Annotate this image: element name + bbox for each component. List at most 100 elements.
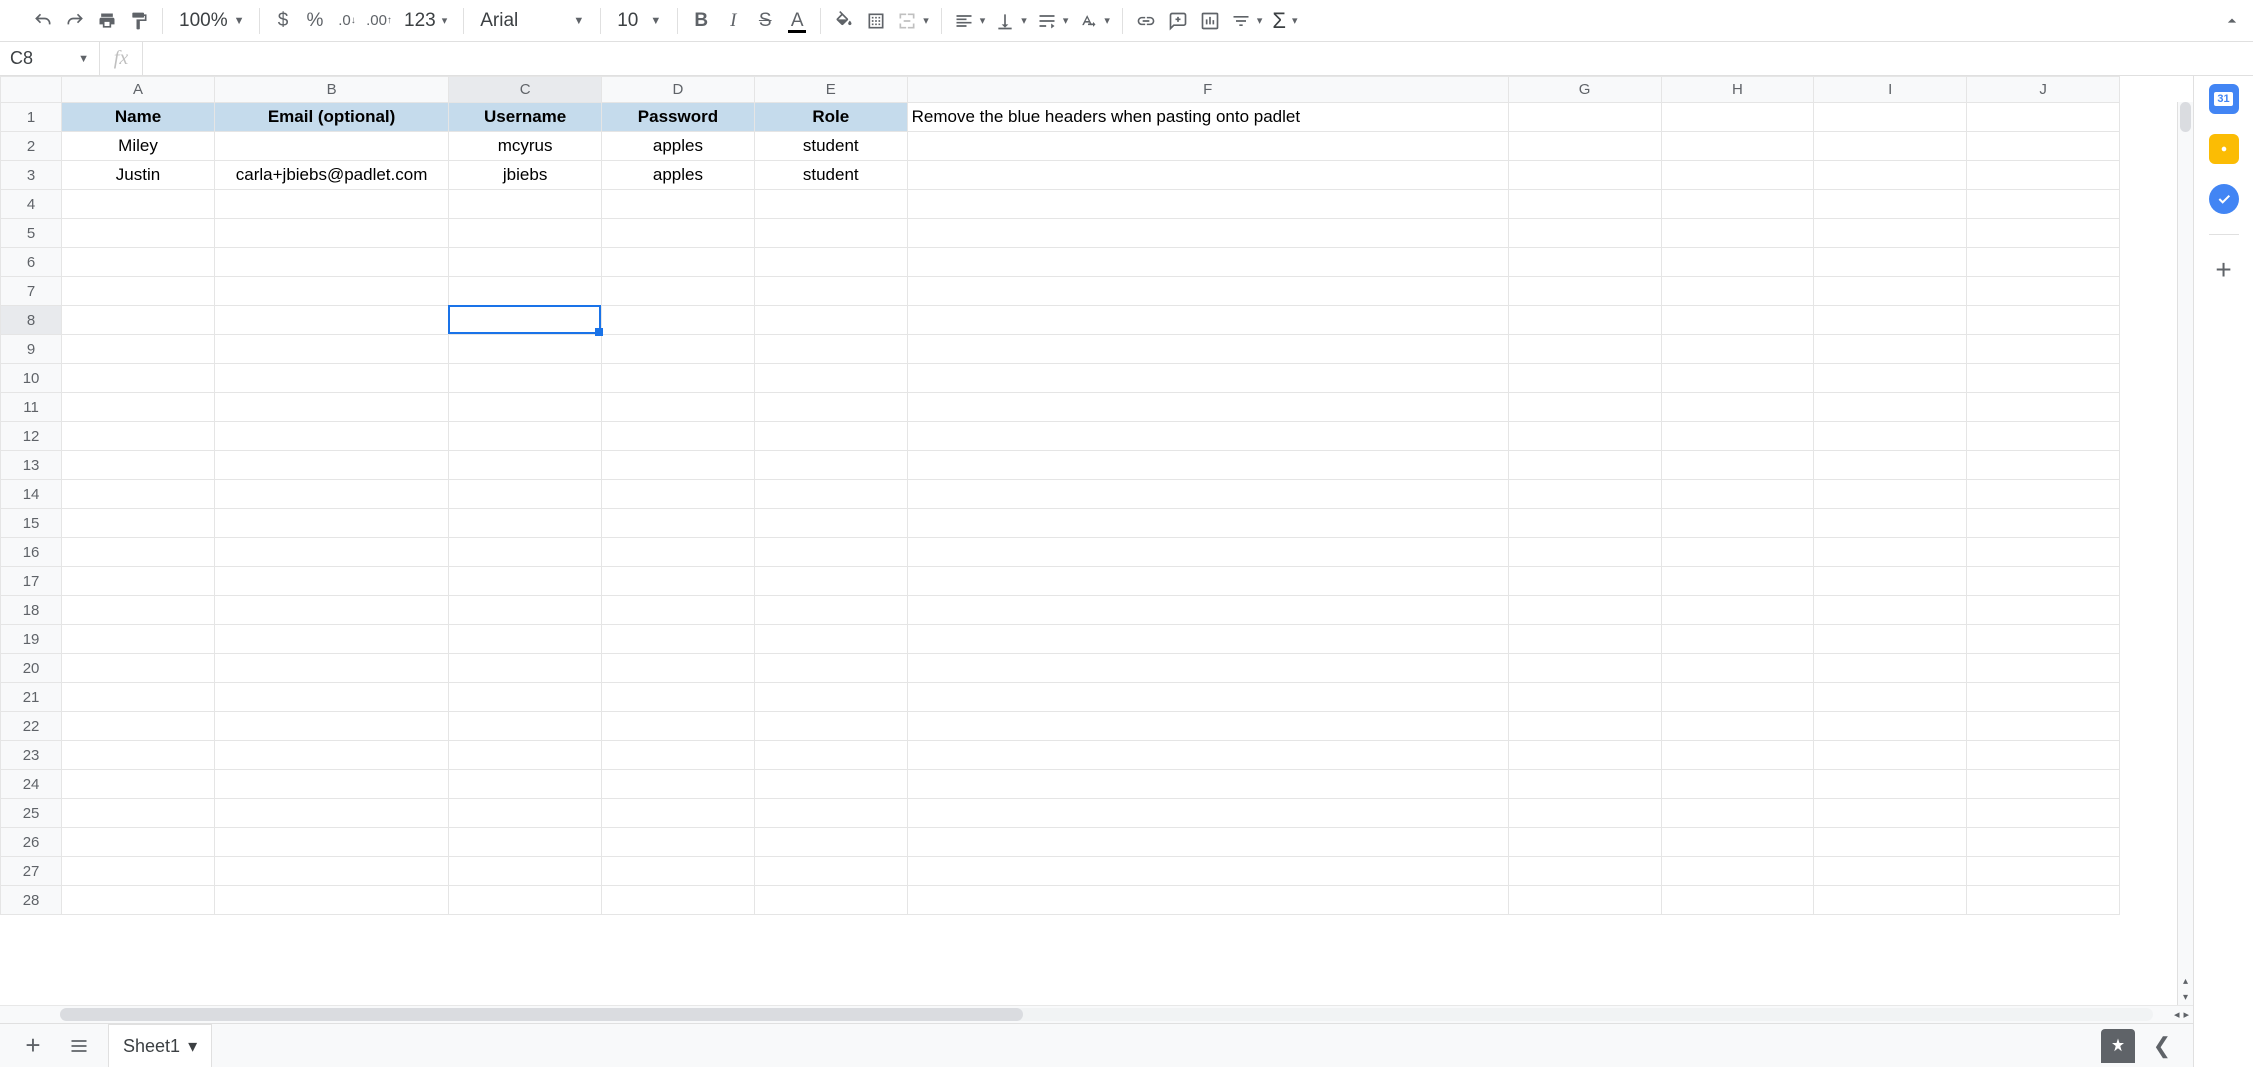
cell[interactable] xyxy=(907,422,1508,451)
insert-comment-button[interactable] xyxy=(1163,6,1193,36)
cell[interactable] xyxy=(907,306,1508,335)
cell[interactable] xyxy=(754,538,907,567)
cell[interactable] xyxy=(1967,103,2120,132)
cell[interactable] xyxy=(1661,364,1814,393)
cell[interactable] xyxy=(907,799,1508,828)
insert-chart-button[interactable] xyxy=(1195,6,1225,36)
cell[interactable] xyxy=(449,538,602,567)
cell[interactable] xyxy=(449,219,602,248)
cell[interactable] xyxy=(62,277,215,306)
cell[interactable] xyxy=(754,799,907,828)
cell[interactable] xyxy=(907,683,1508,712)
cell[interactable] xyxy=(1508,712,1661,741)
column-header[interactable]: H xyxy=(1661,77,1814,103)
cell[interactable] xyxy=(449,451,602,480)
cell[interactable] xyxy=(1814,364,1967,393)
row-header[interactable]: 13 xyxy=(1,451,62,480)
cell[interactable] xyxy=(754,422,907,451)
cell[interactable] xyxy=(602,306,755,335)
cell[interactable]: Username xyxy=(449,103,602,132)
cell[interactable] xyxy=(1967,190,2120,219)
cell[interactable] xyxy=(449,248,602,277)
cell[interactable] xyxy=(754,480,907,509)
row-header[interactable]: 4 xyxy=(1,190,62,219)
cell[interactable] xyxy=(214,596,448,625)
cell[interactable] xyxy=(62,306,215,335)
cell[interactable] xyxy=(1661,567,1814,596)
horizontal-align-button[interactable]: ▾ xyxy=(950,6,990,36)
cell[interactable] xyxy=(907,190,1508,219)
cell[interactable] xyxy=(1508,886,1661,915)
cell[interactable] xyxy=(1508,393,1661,422)
cell[interactable] xyxy=(602,422,755,451)
row-header[interactable]: 10 xyxy=(1,364,62,393)
cell[interactable] xyxy=(1814,277,1967,306)
cell[interactable] xyxy=(1967,886,2120,915)
cell[interactable] xyxy=(602,480,755,509)
cell[interactable] xyxy=(754,712,907,741)
cell[interactable] xyxy=(754,596,907,625)
cell[interactable] xyxy=(754,277,907,306)
redo-button[interactable] xyxy=(60,6,90,36)
cell[interactable] xyxy=(907,335,1508,364)
cell[interactable] xyxy=(1661,712,1814,741)
cell[interactable] xyxy=(754,219,907,248)
cell[interactable]: Password xyxy=(602,103,755,132)
cell[interactable] xyxy=(62,799,215,828)
cell[interactable] xyxy=(602,741,755,770)
cell[interactable] xyxy=(1508,219,1661,248)
cell[interactable] xyxy=(754,857,907,886)
row-header[interactable]: 24 xyxy=(1,770,62,799)
cell[interactable] xyxy=(907,567,1508,596)
cell[interactable] xyxy=(62,393,215,422)
cell[interactable] xyxy=(1508,190,1661,219)
cell[interactable] xyxy=(214,828,448,857)
cell[interactable] xyxy=(214,538,448,567)
cell[interactable] xyxy=(1814,509,1967,538)
calendar-icon[interactable]: 31 xyxy=(2209,84,2239,114)
cell[interactable] xyxy=(1508,248,1661,277)
cell[interactable]: carla+jbiebs@padlet.com xyxy=(214,161,448,190)
cell[interactable] xyxy=(1967,306,2120,335)
cell[interactable] xyxy=(1967,596,2120,625)
cell[interactable] xyxy=(754,364,907,393)
cell[interactable] xyxy=(214,857,448,886)
cell[interactable] xyxy=(1508,770,1661,799)
cell[interactable] xyxy=(214,277,448,306)
cell[interactable] xyxy=(62,422,215,451)
cell[interactable] xyxy=(754,451,907,480)
cell[interactable] xyxy=(214,886,448,915)
cell[interactable] xyxy=(449,335,602,364)
cell[interactable] xyxy=(602,538,755,567)
cell[interactable] xyxy=(214,567,448,596)
cell[interactable]: apples xyxy=(602,161,755,190)
cell[interactable] xyxy=(1661,625,1814,654)
currency-button[interactable]: $ xyxy=(268,6,298,36)
cell[interactable] xyxy=(449,625,602,654)
cell[interactable] xyxy=(449,654,602,683)
row-header[interactable]: 2 xyxy=(1,132,62,161)
cell[interactable] xyxy=(1661,306,1814,335)
cell[interactable] xyxy=(1508,596,1661,625)
cell[interactable] xyxy=(602,683,755,712)
cell[interactable] xyxy=(1508,683,1661,712)
cell[interactable] xyxy=(214,480,448,509)
cell[interactable] xyxy=(62,364,215,393)
cell[interactable] xyxy=(602,219,755,248)
cell[interactable]: mcyrus xyxy=(449,132,602,161)
scroll-left-icon[interactable]: ◂ xyxy=(2174,1008,2180,1021)
row-header[interactable]: 12 xyxy=(1,422,62,451)
cell[interactable] xyxy=(1814,190,1967,219)
cell[interactable] xyxy=(62,509,215,538)
cell[interactable] xyxy=(1967,219,2120,248)
cell[interactable] xyxy=(602,712,755,741)
cell[interactable] xyxy=(214,712,448,741)
cell[interactable] xyxy=(1661,538,1814,567)
cell[interactable] xyxy=(1814,538,1967,567)
spreadsheet-grid[interactable]: ABCDEFGHIJ1NameEmail (optional)UsernameP… xyxy=(0,76,2193,1067)
cell[interactable] xyxy=(214,799,448,828)
percent-button[interactable]: % xyxy=(300,6,330,36)
cell[interactable] xyxy=(1967,248,2120,277)
cell[interactable]: jbiebs xyxy=(449,161,602,190)
cell[interactable] xyxy=(754,306,907,335)
